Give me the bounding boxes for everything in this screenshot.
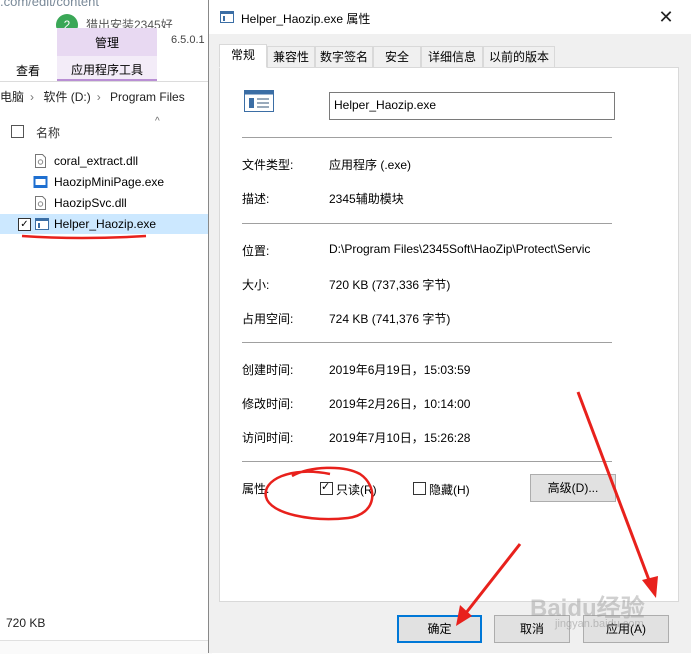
tab-security[interactable]: 安全 [373,46,421,67]
created-value: 2019年6月19日，15:03:59 [329,363,471,377]
file-name-input[interactable]: Helper_Haozip.exe [329,92,615,120]
file-row[interactable]: HaozipSvc.dll [0,193,212,213]
file-name: Helper_Haozip.exe [54,217,157,231]
ribbon-app-tools-label: 应用程序工具 [70,63,143,77]
breadcrumb-item[interactable]: Program Files [110,90,185,104]
accessed-label: 访问时间: [242,431,294,445]
ribbon-version-text: 6.5.0.1 [171,34,205,46]
readonly-checkbox[interactable]: ✓ [320,481,333,495]
file-type-label: 文件类型: [242,158,294,172]
readonly-label[interactable]: 只读(R) [336,481,377,498]
file-explorer-window: .com/edit/content 2 猎出安装2345好 管理 6.5.0.1… [0,0,212,654]
properties-dialog: Helper_Haozip.exe 属性 ✕ 常规 兼容性 数字签名 安全 详细… [208,0,691,653]
explorer-ribbon: 管理 6.5.0.1 查看 应用程序工具 [0,28,212,82]
file-name: HaozipMiniPage.exe [54,175,165,189]
ribbon-view-tab[interactable]: 查看 [16,62,40,79]
explorer-bottom-bar [0,640,212,654]
general-tab-panel: Helper_Haozip.exe 文件类型: 应用程序 (.exe) 描述: … [219,67,679,602]
browser-tab-badge[interactable]: 2 [56,14,78,28]
dll-file-icon [35,196,46,210]
disk-size-value: 724 KB (741,376 字节) [329,312,451,326]
dialog-title: Helper_Haozip.exe 属性 [241,12,371,26]
file-row[interactable]: coral_extract.dll [0,151,212,171]
tab-compatibility[interactable]: 兼容性 [267,46,315,67]
breadcrumb-item[interactable]: 电脑 [0,90,24,104]
close-button[interactable]: ✕ [644,2,688,32]
file-row[interactable]: HaozipMiniPage.exe [0,172,212,192]
created-label: 创建时间: [242,363,294,377]
advanced-button[interactable]: 高级(D)... [530,474,616,502]
ok-button[interactable]: 确定 [397,615,482,643]
chevron-right-icon: › [96,90,101,104]
breadcrumb[interactable]: 电脑 › 软件 (D:) › Program Files [0,88,212,110]
accessed-value: 2019年7月10日，15:26:28 [329,431,471,445]
row-checkbox[interactable]: ✓ [18,218,31,231]
description-value: 2345辅助模块 [329,192,404,206]
status-selected-size: 720 KB [6,616,46,630]
exe-file-icon [244,90,274,112]
checkmark-icon: ✓ [321,481,331,493]
dialog-tabs: 常规 兼容性 数字签名 安全 详细信息 以前的版本 [219,44,679,68]
description-label: 描述: [242,192,270,206]
exe-file-icon [220,11,234,23]
file-list-header: 名称 ^ [0,116,212,146]
column-name-header[interactable]: 名称 [36,124,60,141]
divider [242,342,612,343]
tab-general[interactable]: 常规 [219,44,267,68]
file-type-value: 应用程序 (.exe) [329,158,412,172]
modified-label: 修改时间: [242,397,294,411]
disk-size-label: 占用空间: [242,312,294,326]
ribbon-manage-label: 管理 [94,36,119,50]
tab-previous-versions[interactable]: 以前的版本 [483,46,555,67]
ribbon-app-tools-tab[interactable]: 应用程序工具 [57,56,157,81]
chevron-right-icon: › [30,90,35,104]
ribbon-manage-tab[interactable]: 管理 [57,28,157,56]
dialog-titlebar[interactable]: Helper_Haozip.exe 属性 ✕ [209,0,691,34]
browser-tab-title[interactable]: 猎出安装2345好 [86,16,173,28]
location-value: D:\Program Files\2345Soft\HaoZip\Protect… [329,242,591,256]
sort-up-icon: ^ [155,116,160,127]
hidden-label[interactable]: 隐藏(H) [429,481,470,498]
file-row-selected[interactable]: ✓ Helper_Haozip.exe [0,214,212,234]
file-name: HaozipSvc.dll [54,196,127,210]
divider [242,461,612,462]
attributes-label: 属性: [242,482,270,496]
divider [242,223,612,224]
browser-url: .com/edit/content [0,0,99,9]
dll-file-icon [35,154,46,168]
breadcrumb-item[interactable]: 软件 (D:) [43,90,90,104]
tab-digital-signature[interactable]: 数字签名 [315,46,373,67]
tab-details[interactable]: 详细信息 [421,46,483,67]
size-value: 720 KB (737,336 字节) [329,278,451,292]
haozip-exe-icon [33,176,48,188]
file-name: coral_extract.dll [54,154,139,168]
baidu-watermark-url: jingyan.baidu.com [555,618,644,630]
browser-address-strip: .com/edit/content 2 猎出安装2345好 [0,0,212,28]
location-label: 位置: [242,244,270,258]
modified-value: 2019年2月26日，10:14:00 [329,397,471,411]
exe-file-icon [35,218,49,230]
select-all-checkbox[interactable] [11,125,24,138]
size-label: 大小: [242,278,270,292]
divider [242,137,612,138]
hidden-checkbox[interactable] [413,482,426,495]
